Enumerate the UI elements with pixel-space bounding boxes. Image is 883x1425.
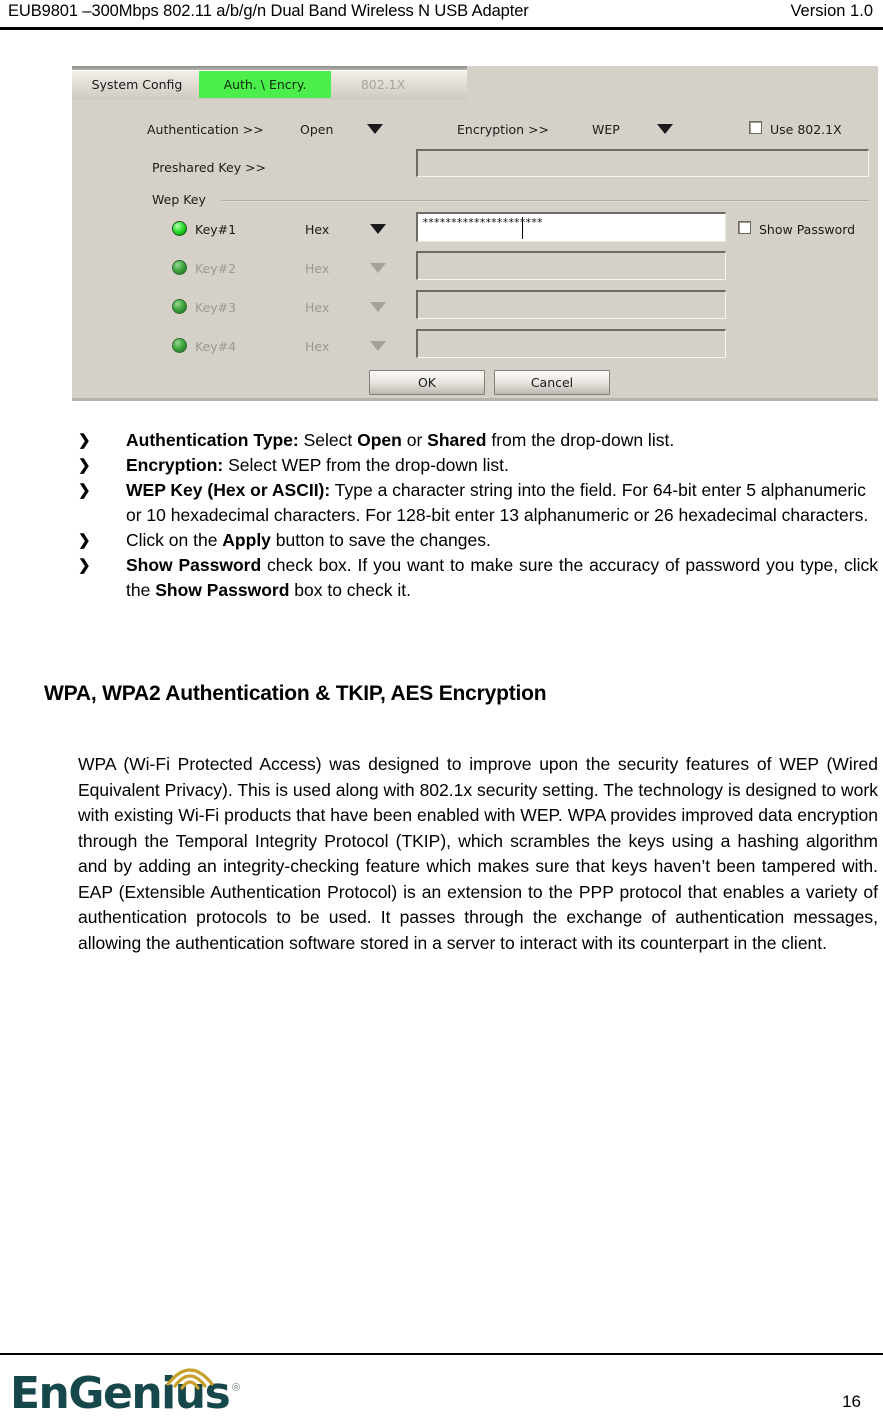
key3-input — [416, 290, 726, 319]
key1-masked-value: ********************* — [422, 216, 543, 229]
authentication-chevron-down-icon[interactable] — [367, 124, 383, 134]
key1-label: Key#1 — [195, 222, 237, 237]
document-title: EUB9801 –300Mbps 802.11 a/b/g/n Dual Ban… — [8, 2, 529, 20]
show-password-checkbox[interactable] — [738, 221, 751, 234]
list-item: ❯ Click on the Apply button to save the … — [78, 528, 878, 553]
key3-chevron-down-icon — [370, 302, 386, 312]
preshared-key-input[interactable] — [416, 149, 869, 177]
key1-radio-led[interactable] — [172, 221, 187, 236]
tab-802-1x[interactable]: 802.1X — [333, 71, 433, 98]
key4-label: Key#4 — [195, 339, 237, 354]
page-header: EUB9801 –300Mbps 802.11 a/b/g/n Dual Ban… — [0, 0, 883, 30]
encryption-label: Encryption >> — [457, 122, 550, 137]
key2-chevron-down-icon — [370, 263, 386, 273]
page-number: 16 — [842, 1392, 861, 1411]
key4-radio-led[interactable] — [172, 338, 187, 353]
list-item: ❯ Authentication Type: Select Open or Sh… — [78, 428, 878, 453]
authentication-label: Authentication >> — [147, 122, 264, 137]
key4-format-value: Hex — [305, 339, 330, 354]
wifi-signal-icon — [166, 1368, 214, 1390]
bullet-text-4: Show Password check box. If you want to … — [126, 555, 878, 600]
list-item: ❯ Show Password check box. If you want t… — [78, 553, 878, 603]
wireless-utility-dialog: System Config Auth. \ Encry. 802.1X Auth… — [72, 66, 878, 401]
list-item: ❯ Encryption: Select WEP from the drop-d… — [78, 453, 878, 478]
bullet-arrow-icon: ❯ — [78, 432, 91, 449]
section-heading: WPA, WPA2 Authentication & TKIP, AES Enc… — [44, 682, 547, 705]
key3-format-value: Hex — [305, 300, 330, 315]
section-paragraph: WPA (Wi-Fi Protected Access) was designe… — [78, 754, 878, 953]
wep-key-group-label: Wep Key — [152, 192, 206, 207]
key4-chevron-down-icon — [370, 341, 386, 351]
tab-auth-encry[interactable]: Auth. \ Encry. — [199, 71, 331, 98]
footer-divider — [0, 1353, 883, 1355]
key2-label: Key#2 — [195, 261, 237, 276]
show-password-label: Show Password — [759, 222, 856, 237]
header-divider — [0, 27, 883, 30]
key2-input — [416, 251, 726, 280]
bullet-text-2: WEP Key (Hex or ASCII): Type a character… — [126, 480, 869, 525]
encryption-chevron-down-icon[interactable] — [657, 124, 673, 134]
key1-chevron-down-icon[interactable] — [370, 224, 386, 234]
engenius-logo: EnGenius ® — [10, 1360, 260, 1422]
bullet-text-1: Encryption: Select WEP from the drop-dow… — [126, 455, 509, 475]
cancel-button[interactable]: Cancel — [494, 370, 610, 395]
tab-system-config[interactable]: System Config — [77, 71, 197, 98]
key4-input — [416, 329, 726, 358]
key1-format-value[interactable]: Hex — [305, 222, 329, 237]
encryption-value[interactable]: WEP — [592, 122, 620, 137]
key1-text-caret — [522, 217, 523, 239]
logo-registered-mark: ® — [232, 1382, 241, 1394]
bullet-arrow-icon: ❯ — [78, 482, 91, 499]
preshared-key-label: Preshared Key >> — [152, 160, 267, 175]
ok-button[interactable]: OK — [369, 370, 485, 395]
key3-radio-led[interactable] — [172, 299, 187, 314]
bullet-arrow-icon: ❯ — [78, 457, 91, 474]
bullet-arrow-icon: ❯ — [78, 557, 91, 574]
bullet-arrow-icon: ❯ — [78, 532, 91, 549]
key2-format-value: Hex — [305, 261, 330, 276]
key2-radio-led[interactable] — [172, 260, 187, 275]
bullet-text-3: Click on the Apply button to save the ch… — [126, 530, 491, 550]
document-version: Version 1.0 — [790, 2, 873, 20]
use-8021x-label: Use 802.1X — [770, 122, 842, 137]
instruction-list: ❯ Authentication Type: Select Open or Sh… — [78, 428, 878, 603]
tab-strip: System Config Auth. \ Encry. 802.1X — [72, 66, 878, 100]
key3-label: Key#3 — [195, 300, 237, 315]
wep-key-group-divider — [222, 200, 870, 202]
key1-input[interactable]: ********************* — [416, 212, 726, 242]
list-item: ❯ WEP Key (Hex or ASCII): Type a charact… — [78, 478, 878, 528]
bullet-text-0: Authentication Type: Select Open or Shar… — [126, 430, 675, 450]
use-8021x-checkbox[interactable] — [749, 121, 762, 134]
authentication-value[interactable]: Open — [300, 122, 333, 137]
